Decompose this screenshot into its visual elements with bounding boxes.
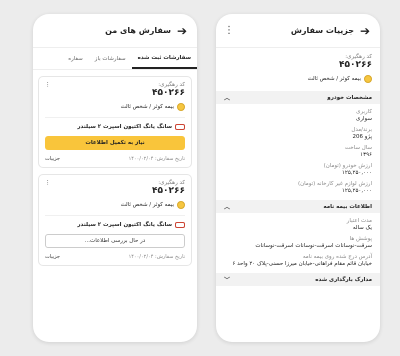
address-label: آدرس درج شده روی بیمه نامه [302, 254, 372, 260]
vehicle-section-title: مشخصات خودرو [327, 94, 372, 101]
year-label: سال ساخت [344, 145, 372, 151]
brand-model-label: برند/مدل [351, 127, 372, 133]
page-title: جزییات سفارش [290, 26, 354, 35]
car-row: سانگ یانگ اکتیون اسپرت ۲ سیلندر [45, 222, 185, 228]
orders-appbar: ➔ سفارش های من [33, 14, 197, 48]
more-options-icon[interactable]: ⋮ [45, 180, 51, 186]
usage-label: کاربری [356, 109, 372, 115]
order-date: تاریخ سفارش: ۱۴۰۰/۰۲/۰۴ [128, 254, 185, 260]
back-arrow-icon[interactable]: ➔ [175, 24, 189, 38]
more-options-icon[interactable]: ⋮ [224, 25, 234, 36]
insurance-section-title: اطلاعات بیمه نامه [323, 203, 372, 210]
back-arrow-icon[interactable]: ➔ [358, 24, 372, 38]
documents-section-title: مدارک بارگذاری شده [315, 276, 372, 283]
year-value: ۱۳۹۶ [360, 152, 372, 158]
more-options-icon[interactable]: ⋮ [45, 82, 51, 88]
chevron-down-icon[interactable]: ﹀ [224, 275, 230, 284]
insurer-text: بیمه کوثر / شخص ثالث [120, 104, 174, 110]
tab-open-orders[interactable]: سفارشات باز [89, 48, 132, 69]
details-appbar: ➔ جزییات سفارش ⋮ [216, 14, 380, 48]
details-link[interactable]: جزییات [45, 254, 60, 260]
car-row: سانگ یانگ اکتیون اسپرت ۲ سیلندر [45, 124, 185, 130]
car-brand-icon [175, 222, 185, 228]
address-value: خیابان قائم مقام فراهانی-خیابان میرزا حس… [232, 261, 372, 267]
insurer-text: بیمه کوثر / شخص ثالث [120, 202, 174, 208]
order-summary: کد رهگیری: ۴۵۰۲۶۶ بیمه کوثر / شخص ثالث [216, 48, 380, 85]
divider [45, 117, 185, 118]
insurer-logo-icon [177, 103, 185, 111]
tracking-number: ۴۵۰۲۶۶ [152, 88, 185, 98]
vehicle-details: کاربری سواری برند/مدل پژو 206 سال ساخت ۱… [216, 109, 380, 194]
details-link[interactable]: جزییات [45, 156, 60, 162]
coverage-value: سرقت-نوسانات اسرقت-نوسانات اسرقت-نوسانات [255, 243, 372, 249]
tracking-number: ۴۵۰۲۶۶ [339, 60, 372, 70]
reviewing-status-button[interactable]: در حال بررسی اطلاعات... [45, 234, 185, 248]
car-value-value: ۱۲۵,۲۵۰,۰۰۰ [341, 170, 372, 176]
documents-section-header[interactable]: مدارک بارگذاری شده ﹀ [216, 273, 380, 286]
tab-orders-more[interactable]: سفاره [62, 48, 89, 69]
insurer-text: بیمه کوثر / شخص ثالث [307, 76, 361, 82]
vehicle-section-header[interactable]: مشخصات خودرو ︿ [216, 91, 380, 104]
insurer-logo-icon [364, 75, 372, 83]
page-title: سفارش های من [105, 26, 171, 35]
order-details-phone: ➔ جزییات سفارش ⋮ کد رهگیری: ۴۵۰۲۶۶ بیمه … [216, 14, 380, 342]
order-date: تاریخ سفارش: ۱۴۰۰/۰۲/۰۴ [128, 156, 185, 162]
orders-phone: ➔ سفارش های من سفارشات ثبت شده سفارشات ب… [33, 14, 197, 342]
brand-model-value: پژو 206 [352, 134, 372, 140]
car-brand-icon [175, 124, 185, 130]
car-name: سانگ یانگ اکتیون اسپرت ۲ سیلندر [77, 124, 172, 130]
insurer-row: بیمه کوثر / شخص ثالث [45, 103, 185, 111]
coverage-label: پوشش ها [349, 236, 372, 242]
orders-tabs: سفارشات ثبت شده سفارشات باز سفاره [33, 48, 197, 70]
divider [45, 215, 185, 216]
order-card[interactable]: کد رهگیری: ⋮ ۴۵۰۲۶۶ بیمه کوثر / شخص ثالث… [38, 174, 192, 266]
chevron-up-icon[interactable]: ︿ [224, 202, 230, 211]
usage-value: سواری [356, 116, 372, 122]
car-name: سانگ یانگ اکتیون اسپرت ۲ سیلندر [77, 222, 172, 228]
insurance-section-header[interactable]: اطلاعات بیمه نامه ︿ [216, 200, 380, 213]
complete-info-button[interactable]: نیاز به تکمیل اطلاعات [45, 136, 185, 150]
accessories-value-label: ارزش لوازم غیر کارخانه (تومان) [297, 181, 372, 187]
insurer-row: بیمه کوثر / شخص ثالث [45, 201, 185, 209]
insurer-logo-icon [177, 201, 185, 209]
insurer-row: بیمه کوثر / شخص ثالث [224, 75, 372, 83]
chevron-up-icon[interactable]: ︿ [224, 93, 230, 102]
insurance-details: مدت اعتبار یک ساله پوشش ها سرقت-نوسانات … [216, 218, 380, 267]
validity-value: یک ساله [352, 225, 372, 231]
accessories-value-value: ۱۲۵,۲۵۰,۰۰۰ [341, 188, 372, 194]
order-card[interactable]: کد رهگیری: ⋮ ۴۵۰۲۶۶ بیمه کوثر / شخص ثالث… [38, 76, 192, 168]
validity-label: مدت اعتبار [346, 218, 372, 224]
tracking-number: ۴۵۰۲۶۶ [152, 186, 185, 196]
tab-registered-orders[interactable]: سفارشات ثبت شده [131, 48, 197, 69]
car-value-label: ارزش خودرو (تومان) [323, 163, 372, 169]
